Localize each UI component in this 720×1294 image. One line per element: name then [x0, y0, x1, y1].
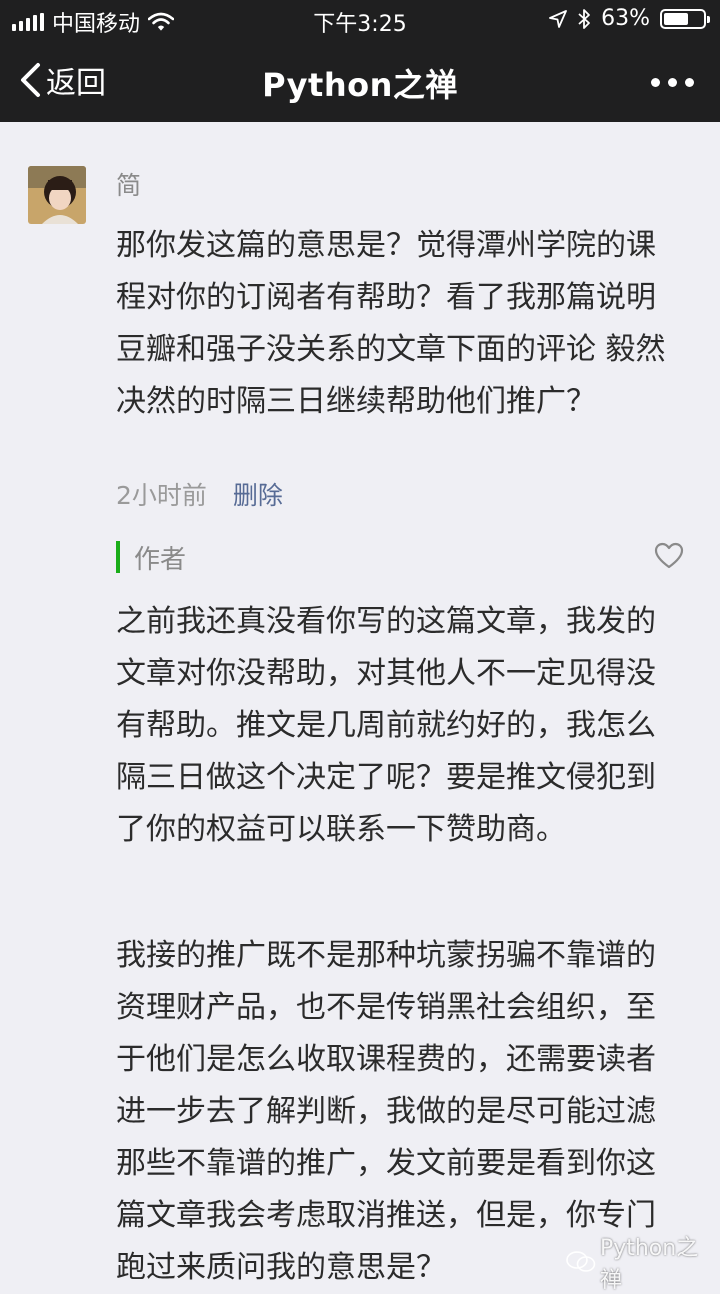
comment-text: 那你发这篇的意思是？觉得潭州学院的课程对你的订阅者有帮助？看了我那篇说明豆瓣和强… — [116, 228, 666, 419]
battery-icon — [660, 8, 710, 29]
watermark-text: Python之禅 — [599, 1236, 699, 1293]
wechat-icon — [566, 1251, 596, 1272]
navigation-bar: 返回 Python之禅 — [0, 42, 720, 122]
author-reply-header: 作者 — [116, 540, 187, 575]
avatar[interactable] — [28, 166, 86, 224]
watermark: Python之禅 — [566, 1230, 720, 1294]
reply-paragraph-1: 之前我还真没看你写的这篇文章，我发的文章对你没帮助，对其他人不一定见得没有帮助。… — [116, 604, 656, 847]
location-arrow-icon — [549, 9, 567, 28]
top-bar: 中国移动 下午3:25 63% 返回 Python之禅 — [0, 0, 720, 122]
comment-username[interactable]: 简 — [116, 166, 141, 202]
status-bar: 中国移动 下午3:25 63% — [0, 0, 720, 40]
more-dots-icon[interactable] — [651, 78, 694, 87]
comment-meta: 2小时前 删除 — [116, 476, 283, 512]
status-right: 63% — [549, 6, 710, 31]
battery-fill — [664, 12, 688, 25]
bluetooth-icon — [578, 8, 590, 29]
author-label: 作者 — [134, 544, 187, 575]
battery-percent: 63% — [601, 6, 650, 31]
delete-button[interactable]: 删除 — [233, 476, 283, 512]
page-title: Python之禅 — [262, 66, 458, 104]
comment-time: 2小时前 — [116, 481, 207, 510]
author-accent-bar — [116, 541, 120, 573]
heart-icon[interactable] — [654, 542, 684, 570]
